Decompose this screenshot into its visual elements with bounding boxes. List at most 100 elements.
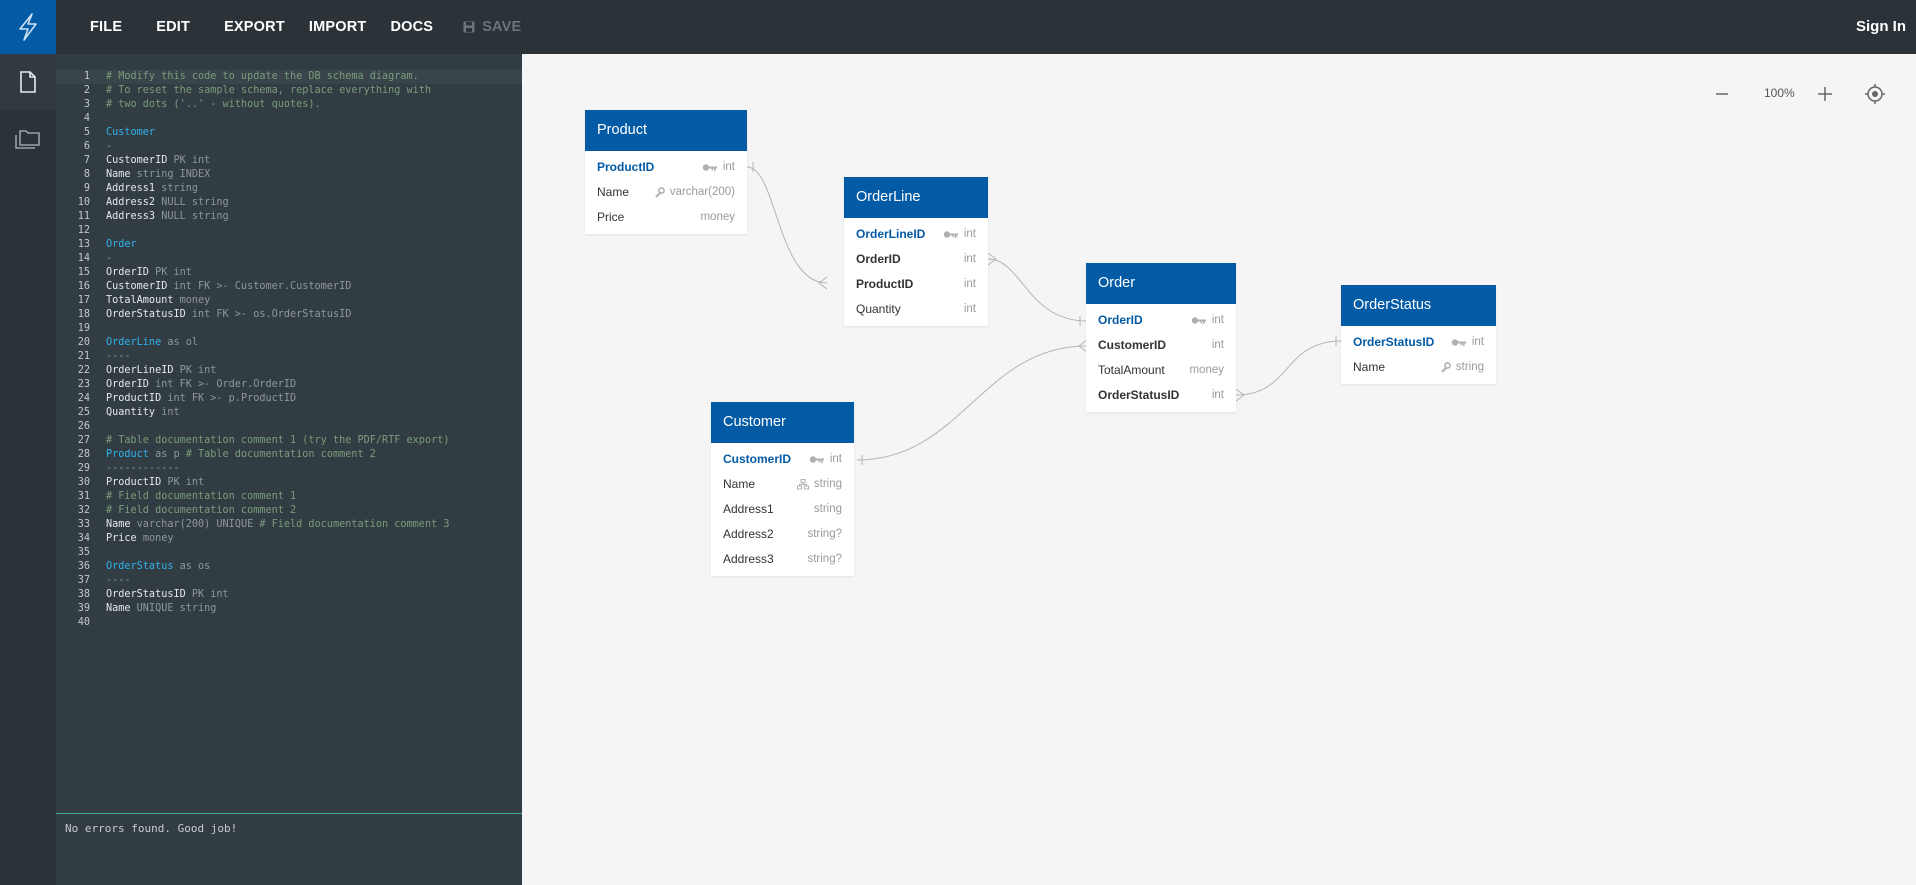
code-line[interactable]: 40 bbox=[56, 616, 522, 630]
field-row[interactable]: OrderID int bbox=[1086, 308, 1236, 333]
save-button[interactable]: SAVE bbox=[463, 19, 521, 35]
field-row[interactable]: OrderLineID int bbox=[844, 222, 988, 247]
menu-import[interactable]: IMPORT bbox=[309, 19, 367, 35]
menu-file[interactable]: FILE bbox=[90, 19, 122, 35]
field-type: money bbox=[700, 205, 735, 230]
line-text: # Field documentation comment 1 bbox=[106, 490, 296, 504]
field-row[interactable]: Address2 string? bbox=[711, 522, 854, 547]
code-line[interactable]: 9 Address1 string bbox=[56, 182, 522, 196]
rail-document-button[interactable] bbox=[0, 54, 56, 110]
code-line[interactable]: 31 # Field documentation comment 1 bbox=[56, 490, 522, 504]
code-line[interactable]: 21 ---- bbox=[56, 350, 522, 364]
table-order[interactable]: Order OrderID int CustomerID int TotalAmount m… bbox=[1086, 263, 1236, 412]
code-line[interactable]: 12 bbox=[56, 224, 522, 238]
field-row[interactable]: CustomerID int bbox=[1086, 333, 1236, 358]
code-line[interactable]: 36 OrderStatus as os bbox=[56, 560, 522, 574]
code-line[interactable]: 24 ProductID int FK >- p.ProductID bbox=[56, 392, 522, 406]
line-number: 24 bbox=[77, 393, 90, 404]
table-title[interactable]: OrderStatus bbox=[1341, 285, 1496, 326]
code-line[interactable]: 32 # Field documentation comment 2 bbox=[56, 504, 522, 518]
table-title[interactable]: Order bbox=[1086, 263, 1236, 304]
code-line[interactable]: 8 Name string INDEX bbox=[56, 168, 522, 182]
code-line[interactable]: 28 Product as p # Table documentation com… bbox=[56, 448, 522, 462]
diagram-canvas[interactable]: 100% Product ProductID int Name varchar(200)… bbox=[522, 54, 1916, 885]
code-line[interactable]: 10 Address2 NULL string bbox=[56, 196, 522, 210]
table-title[interactable]: Customer bbox=[711, 402, 854, 443]
field-row[interactable]: Name string bbox=[1341, 355, 1496, 380]
field-row[interactable]: Name varchar(200) bbox=[585, 180, 747, 205]
code-line[interactable]: 13 Order bbox=[56, 238, 522, 252]
line-text: Customer bbox=[106, 126, 155, 140]
code-line[interactable]: 3 # two dots ('..' - without quotes). bbox=[56, 98, 522, 112]
table-orderline[interactable]: OrderLine OrderLineID int OrderID int Product… bbox=[844, 177, 988, 326]
center-view-button[interactable] bbox=[1864, 83, 1886, 105]
code-line[interactable]: 11 Address3 NULL string bbox=[56, 210, 522, 224]
table-title[interactable]: Product bbox=[585, 110, 747, 151]
code-token: TotalAmount bbox=[106, 295, 180, 306]
code-line[interactable]: 22 OrderLineID PK int bbox=[56, 364, 522, 378]
field-row[interactable]: OrderStatusID int bbox=[1086, 383, 1236, 408]
code-line[interactable]: 29 ------------ bbox=[56, 462, 522, 476]
field-row[interactable]: CustomerID int bbox=[711, 447, 854, 472]
table-title[interactable]: OrderLine bbox=[844, 177, 988, 218]
field-row[interactable]: ProductID int bbox=[585, 155, 747, 180]
link-orderline-order bbox=[987, 258, 1088, 322]
code-token: CustomerID bbox=[106, 281, 174, 292]
menu-export[interactable]: EXPORT bbox=[224, 19, 285, 35]
code-line[interactable]: 37 ---- bbox=[56, 574, 522, 588]
sign-in-link[interactable]: Sign In bbox=[1856, 18, 1906, 35]
code-line[interactable]: 38 OrderStatusID PK int bbox=[56, 588, 522, 602]
code-line[interactable]: 2 # To reset the sample schema, replace e… bbox=[56, 84, 522, 98]
code-line[interactable]: 34 Price money bbox=[56, 532, 522, 546]
code-line[interactable]: 26 bbox=[56, 420, 522, 434]
field-row[interactable]: Price money bbox=[585, 205, 747, 230]
code-token: OrderID bbox=[106, 379, 156, 390]
table-customer[interactable]: Customer CustomerID int Name string Address1 s… bbox=[711, 402, 854, 576]
code-line[interactable]: 20 OrderLine as ol bbox=[56, 336, 522, 350]
field-row[interactable]: OrderStatusID int bbox=[1341, 330, 1496, 355]
field-type: int bbox=[1451, 330, 1484, 355]
code-line[interactable]: 6- bbox=[56, 140, 522, 154]
field-row[interactable]: Name string bbox=[711, 472, 854, 497]
code-line[interactable]: 17 TotalAmount money bbox=[56, 294, 522, 308]
code-line[interactable]: 30 ProductID PK int bbox=[56, 476, 522, 490]
line-number: 32 bbox=[77, 505, 90, 516]
zoom-out-button[interactable] bbox=[1712, 84, 1732, 104]
line-text: OrderStatusID PK int bbox=[106, 588, 229, 602]
field-row[interactable]: Address1 string bbox=[711, 497, 854, 522]
code-line[interactable]: 4 bbox=[56, 112, 522, 126]
code-line[interactable]: 39 Name UNIQUE string bbox=[56, 602, 522, 616]
field-row[interactable]: TotalAmount money bbox=[1086, 358, 1236, 383]
field-row[interactable]: OrderID int bbox=[844, 247, 988, 272]
code-token: ---- bbox=[106, 575, 131, 586]
zoom-in-button[interactable] bbox=[1815, 84, 1835, 104]
code-line[interactable]: 1 # Modify this code to update the DB sch… bbox=[56, 70, 522, 84]
rail-folders-button[interactable] bbox=[0, 110, 56, 166]
code-line[interactable]: 33 Name varchar(200) UNIQUE # Field docum… bbox=[56, 518, 522, 532]
code-token: Address1 bbox=[106, 183, 162, 194]
code-line[interactable]: 25 Quantity int bbox=[56, 406, 522, 420]
code-line[interactable]: 16 CustomerID int FK >- Customer.Customer… bbox=[56, 280, 522, 294]
code-line[interactable]: 19 bbox=[56, 322, 522, 336]
field-row[interactable]: Quantity int bbox=[844, 297, 988, 322]
code-line[interactable]: 14 - bbox=[56, 252, 522, 266]
table-product[interactable]: Product ProductID int Name varchar(200) Price… bbox=[585, 110, 747, 234]
code-line[interactable]: 18 OrderStatusID int FK >- os.OrderStatus… bbox=[56, 308, 522, 322]
code-line[interactable]: 5 Customer bbox=[56, 126, 522, 140]
table-orderstatus[interactable]: OrderStatus OrderStatusID int Name string bbox=[1341, 285, 1496, 384]
code-line[interactable]: 35 bbox=[56, 546, 522, 560]
menu-docs[interactable]: DOCS bbox=[390, 19, 433, 35]
code-line[interactable]: 15 OrderID PK int bbox=[56, 266, 522, 280]
code-editor[interactable]: 1 # Modify this code to update the DB sch… bbox=[56, 54, 522, 814]
status-message: No errors found. Good job! bbox=[65, 822, 238, 835]
field-type-label: string bbox=[1455, 361, 1484, 373]
line-number: 7 bbox=[83, 155, 90, 166]
code-line[interactable]: 27 # Table documentation comment 1 (try t… bbox=[56, 434, 522, 448]
field-type-label: money bbox=[1189, 364, 1224, 376]
field-row[interactable]: ProductID int bbox=[844, 272, 988, 297]
menu-edit[interactable]: EDIT bbox=[156, 19, 190, 35]
code-line[interactable]: 7 CustomerID PK int bbox=[56, 154, 522, 168]
field-row[interactable]: Address3 string? bbox=[711, 547, 854, 572]
app-logo[interactable] bbox=[0, 0, 56, 54]
code-line[interactable]: 23 OrderID int FK >- Order.OrderID bbox=[56, 378, 522, 392]
